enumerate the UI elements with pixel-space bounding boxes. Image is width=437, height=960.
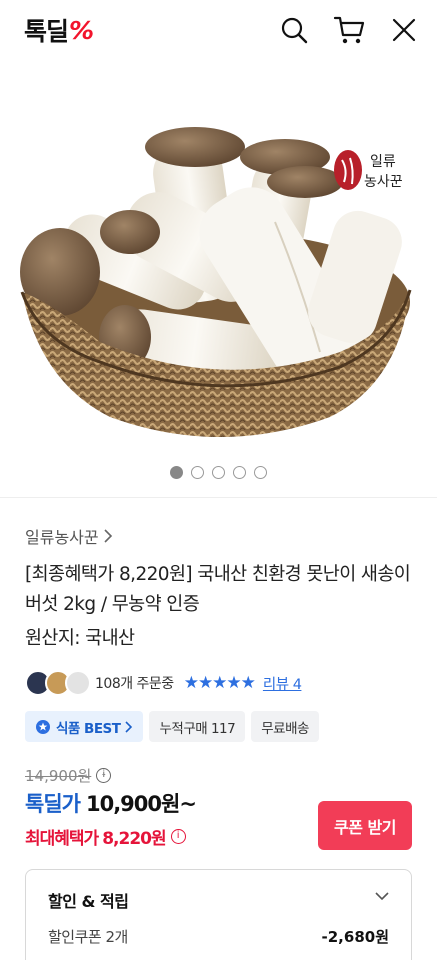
- seller-name: 일류농사꾼: [25, 528, 99, 547]
- logo-text: 톡딜: [24, 17, 69, 46]
- talkdeal-logo[interactable]: 톡딜 %: [24, 14, 95, 47]
- gallery-dot[interactable]: [191, 466, 204, 479]
- seller-link[interactable]: 일류농사꾼: [25, 524, 113, 548]
- stamp-text-2: 농사꾼: [364, 174, 403, 190]
- rating-stars: ★★★★★: [183, 673, 256, 693]
- chevron-down-icon[interactable]: [375, 892, 389, 901]
- social-proof-row: 108개 주문중 ★★★★★ 리뷰 4: [25, 670, 302, 696]
- close-icon[interactable]: [388, 14, 420, 46]
- coupon-count-label: 할인쿠폰 2개: [48, 928, 128, 946]
- cart-icon[interactable]: [333, 14, 365, 46]
- product-origin: 원산지: 국내산: [25, 628, 135, 649]
- best-badge[interactable]: 식품 BEST: [25, 711, 144, 742]
- section-divider: [0, 497, 437, 498]
- deal-price-row: 톡딜가 10,900원~: [25, 788, 197, 818]
- top-header: 톡딜 %: [0, 0, 437, 62]
- avatar: [65, 670, 91, 696]
- buyer-avatars: [25, 670, 93, 696]
- purchase-count-badge: 누적구매 117: [149, 711, 246, 742]
- gallery-dot[interactable]: [212, 466, 225, 479]
- search-icon[interactable]: [278, 14, 310, 46]
- original-price: 14,900원 i: [25, 765, 112, 786]
- brand-stamp-logo: 일류 농사꾼: [332, 148, 418, 192]
- original-price-value: 14,900원: [25, 767, 92, 785]
- mushroom-basket-image: [20, 127, 412, 437]
- gallery-pagination: [0, 466, 437, 479]
- best-badge-label: 식품 BEST: [56, 720, 121, 737]
- gallery-dot[interactable]: [254, 466, 267, 479]
- info-icon[interactable]: i: [96, 768, 112, 783]
- gallery-dot[interactable]: [233, 466, 246, 479]
- max-benefit-label: 최대혜택가: [25, 829, 99, 849]
- deal-price: 10,900원~: [85, 792, 197, 816]
- stamp-text-1: 일류: [370, 154, 396, 170]
- chevron-right-icon: [104, 529, 112, 543]
- info-icon[interactable]: i: [170, 829, 186, 844]
- product-image-gallery[interactable]: 일류 농사꾼: [0, 62, 437, 497]
- logo-percent-mark: %: [69, 15, 95, 45]
- get-coupon-button[interactable]: 쿠폰 받기: [318, 801, 412, 850]
- deal-label: 톡딜가: [25, 792, 81, 816]
- benefits-panel[interactable]: 할인 & 적립 할인쿠폰 2개 -2,680원: [25, 869, 412, 960]
- coupon-discount-value: -2,680원: [321, 928, 389, 946]
- product-title: [최종혜택가 8,220원] 국내산 친환경 못난이 새송이 버섯 2kg / …: [25, 564, 411, 615]
- review-link[interactable]: 리뷰 4: [263, 673, 302, 694]
- free-shipping-badge: 무료배송: [251, 711, 319, 742]
- order-count: 108개 주문중: [95, 676, 174, 692]
- gallery-dot[interactable]: [170, 466, 183, 479]
- benefits-title: 할인 & 적립: [48, 892, 129, 911]
- max-benefit-price: 8,220원: [102, 829, 166, 849]
- badge-row: 식품 BEST 누적구매 117 무료배송: [25, 711, 319, 742]
- gear-badge-icon: [36, 719, 50, 734]
- max-benefit-row: 최대혜택가 8,220원 i: [25, 824, 186, 849]
- chevron-right-icon: [125, 720, 133, 733]
